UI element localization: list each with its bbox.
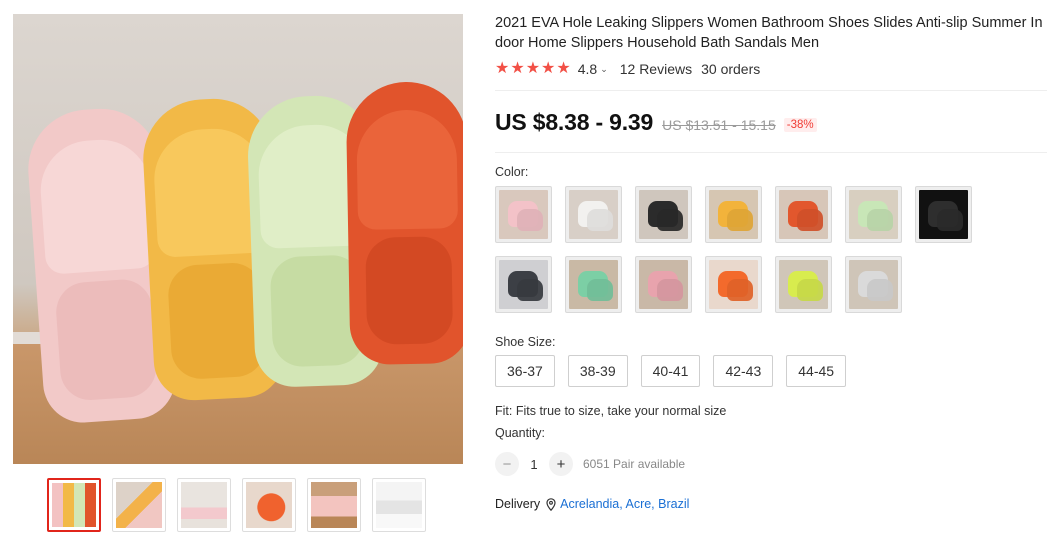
rating-stars: ★ ★ ★ ★ ★: [495, 61, 571, 77]
swatch-slipper: [867, 279, 893, 301]
thumbnail-6[interactable]: [372, 478, 426, 532]
size-option[interactable]: 42-43: [713, 355, 774, 387]
swatch-slipper: [657, 209, 683, 231]
swatch-slipper: [657, 279, 683, 301]
thumbnail-3[interactable]: [177, 478, 231, 532]
thumbnail-1[interactable]: [47, 478, 101, 532]
star-icon: ★: [525, 60, 541, 77]
star-icon: ★: [541, 60, 556, 77]
color-label: Color:: [495, 165, 529, 179]
orange-slipper: [345, 80, 463, 366]
swatch-slipper: [867, 209, 893, 231]
divider: [495, 152, 1047, 153]
stock-available: 6051 Pair available: [583, 457, 686, 471]
current-price: US $8.38 - 9.39: [495, 109, 654, 135]
color-swatch-light-gray[interactable]: [845, 256, 902, 313]
rating-row: ★ ★ ★ ★ ★ 4.8 ⌄ 12 Reviews 30 orders: [495, 61, 1045, 78]
color-swatch-black[interactable]: [635, 186, 692, 243]
main-product-image[interactable]: [13, 14, 463, 464]
size-option[interactable]: 44-45: [786, 355, 847, 387]
color-swatch-orange-red[interactable]: [775, 186, 832, 243]
star-icon: ★: [510, 60, 525, 77]
color-swatch-light-green[interactable]: [845, 186, 902, 243]
chevron-down-icon[interactable]: ⌄: [600, 64, 608, 75]
original-price: US $13.51 - 15.15: [662, 117, 776, 133]
color-swatch-dark-gray[interactable]: [495, 256, 552, 313]
size-option[interactable]: 36-37: [495, 355, 555, 387]
reviews-link[interactable]: 12 Reviews: [620, 61, 692, 77]
swatch-slipper: [797, 279, 823, 301]
size-option[interactable]: 38-39: [567, 355, 628, 387]
swatch-slipper: [727, 209, 753, 231]
size-label: Shoe Size:: [495, 335, 556, 349]
thumbnail-4[interactable]: [242, 478, 296, 532]
thumbnail-5[interactable]: [307, 478, 361, 532]
color-swatch-coral[interactable]: [705, 256, 762, 313]
star-icon: ★: [556, 60, 571, 77]
orders-count: 30 orders: [701, 61, 761, 77]
rating-value[interactable]: 4.8: [578, 61, 597, 77]
quantity-value[interactable]: 1: [519, 457, 549, 472]
delivery-label: Delivery: [495, 497, 541, 511]
swatch-slipper: [587, 279, 613, 301]
discount-badge: -38%: [783, 118, 817, 132]
color-swatch-mint[interactable]: [565, 256, 622, 313]
fit-note: Fit: Fits true to size, take your normal…: [495, 404, 727, 418]
star-icon: ★: [495, 60, 510, 77]
color-swatch-white[interactable]: [565, 186, 622, 243]
swatch-slipper: [937, 209, 963, 231]
delivery-row: Delivery Acrelandia, Acre, Brazil: [495, 497, 1045, 511]
swatch-slipper: [587, 209, 613, 231]
divider: [495, 90, 1047, 91]
swatch-slipper: [517, 209, 543, 231]
location-pin-icon: [546, 497, 556, 511]
price-row: US $8.38 - 9.39 US $13.51 - 15.15 -38%: [495, 109, 1045, 136]
color-swatch-black-solid[interactable]: [915, 186, 972, 243]
decrease-button[interactable]: −: [495, 452, 519, 476]
size-options: 36-37 38-39 40-41 42-43 44-45: [495, 355, 1045, 387]
swatch-slipper: [797, 209, 823, 231]
increase-button[interactable]: +: [549, 452, 573, 476]
delivery-location-link[interactable]: Acrelandia, Acre, Brazil: [560, 497, 689, 511]
swatch-slipper: [727, 279, 753, 301]
quantity-stepper: − 1 + 6051 Pair available: [495, 452, 1045, 476]
quantity-label: Quantity:: [495, 426, 546, 440]
color-swatch-lime[interactable]: [775, 256, 832, 313]
thumbnail-2[interactable]: [112, 478, 166, 532]
color-swatches: [495, 186, 1045, 313]
size-option[interactable]: 40-41: [640, 355, 701, 387]
swatch-slipper: [517, 279, 543, 301]
color-swatch-rose[interactable]: [635, 256, 692, 313]
color-swatch-yellow[interactable]: [705, 186, 762, 243]
product-title: 2021 EVA Hole Leaking Slippers Women Bat…: [495, 15, 1043, 51]
color-swatch-pink[interactable]: [495, 186, 552, 243]
thumbnail-strip: [47, 478, 426, 532]
product-info: 2021 EVA Hole Leaking Slippers Women Bat…: [495, 14, 1047, 511]
